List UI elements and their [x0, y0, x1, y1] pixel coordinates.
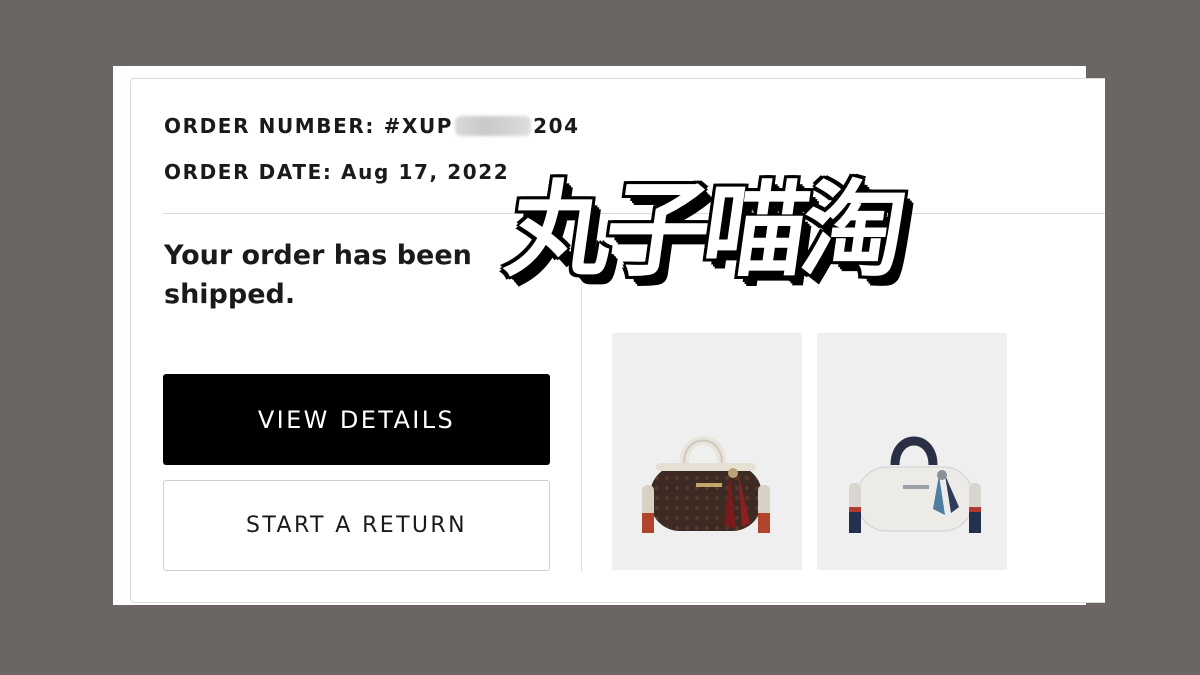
product-image-white-bag[interactable]	[817, 333, 1007, 570]
product-image-brown-bag[interactable]	[612, 333, 802, 570]
order-date-label: ORDER DATE:	[164, 160, 333, 184]
redaction-blur	[455, 116, 532, 136]
order-status-message: Your order has been shipped.	[164, 240, 472, 310]
email-card: ORDER NUMBER: #XUP 204 ORDER DATE: Aug 17…	[113, 66, 1105, 605]
order-panel: ORDER NUMBER: #XUP 204 ORDER DATE: Aug 17…	[130, 78, 1105, 603]
white-barrel-bag-icon	[849, 436, 981, 533]
brown-barrel-bag-icon	[642, 436, 770, 533]
order-number-prefix: #XUP	[383, 114, 454, 138]
order-number-line: ORDER NUMBER: #XUP 204	[164, 114, 580, 138]
order-date-line: ORDER DATE: Aug 17, 2022	[164, 160, 509, 184]
order-number-suffix: 204	[533, 114, 580, 138]
watermark-text: 丸子喵淘	[499, 169, 909, 291]
order-date-value: Aug 17, 2022	[341, 160, 510, 184]
start-return-button[interactable]: START A RETURN	[163, 480, 550, 571]
view-details-button[interactable]: VIEW DETAILS	[163, 374, 550, 465]
order-number-label: ORDER NUMBER:	[164, 114, 376, 138]
